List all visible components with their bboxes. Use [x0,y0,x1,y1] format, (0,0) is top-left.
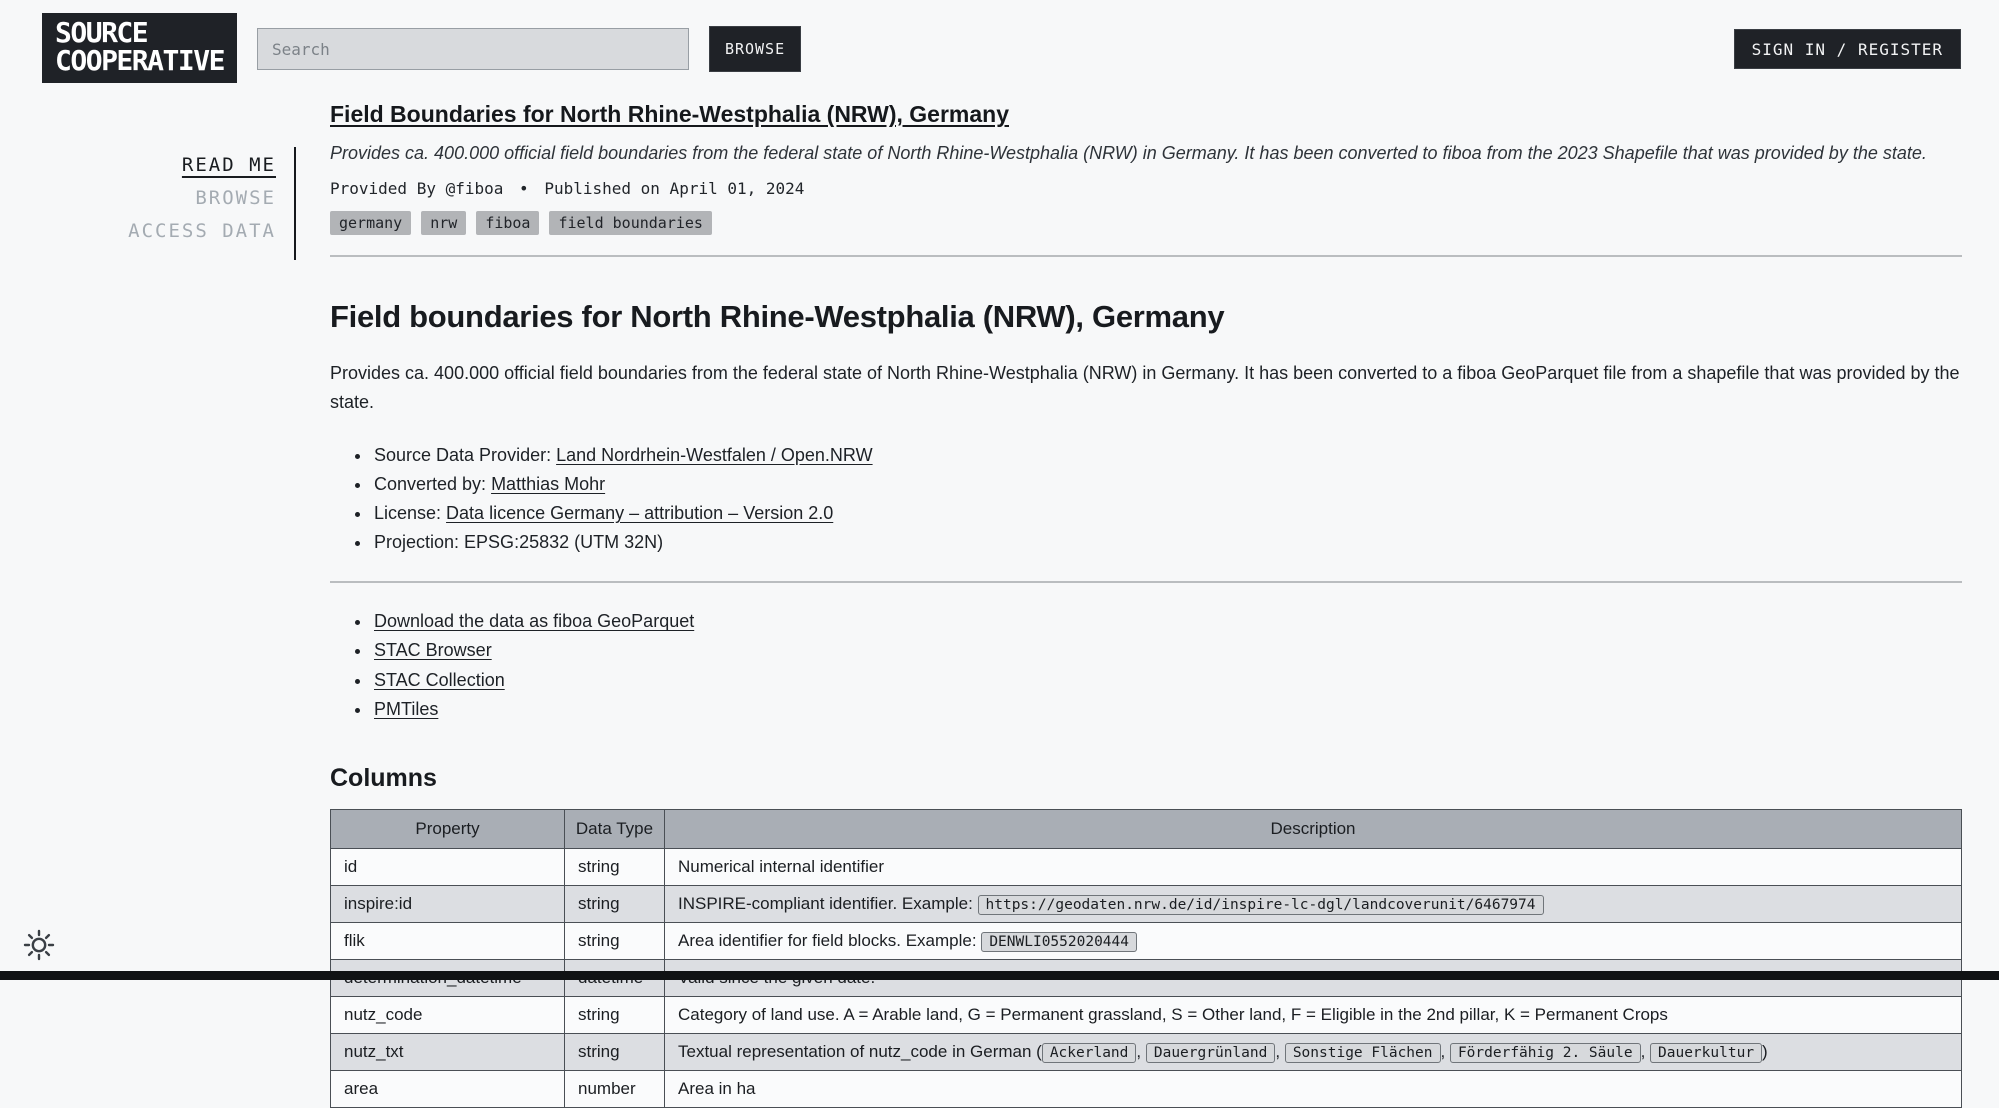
repository-summary: Provides ca. 400.000 official field boun… [330,140,1962,166]
cell-property: flik [331,922,565,959]
link-stac-browser[interactable]: STAC Browser [374,640,492,660]
sidebar-item-access-data[interactable]: ACCESS DATA [0,215,276,248]
divider [330,255,1962,257]
cell-description: Area identifier for field blocks. Exampl… [665,922,1962,959]
column-header-description: Description [665,809,1962,848]
table-row-area: areanumberArea in ha [331,1070,1962,1107]
readme-heading: Field boundaries for North Rhine-Westpha… [330,299,1962,335]
provided-by-label: Provided By [330,179,436,198]
metadata-item: Source Data Provider: Land Nordrhein-Wes… [372,441,1962,470]
logo-line-2: COOPERATIVE [55,47,224,75]
sign-in-register-button[interactable]: SIGN IN / REGISTER [1734,29,1961,69]
table-row-nutz-txt: nutz_txtstringTextual representation of … [331,1033,1962,1070]
cell-property: nutz_code [331,996,565,1033]
metadata-item: Converted by: Matthias Mohr [372,470,1962,499]
metadata-label: License: [374,503,446,523]
download-link-item: STAC Browser [372,636,1962,665]
repository-title-link[interactable]: Field Boundaries for North Rhine-Westpha… [330,101,1009,128]
code-example: DENWLI0552020444 [981,932,1137,952]
footer-bar [0,971,1999,980]
cell-description: Numerical internal identifier [665,848,1962,885]
cell-property: nutz_txt [331,1033,565,1070]
code-example: Förderfähig 2. Säule [1450,1043,1641,1063]
table-row-flik: flikstringArea identifier for field bloc… [331,922,1962,959]
cell-property: id [331,848,565,885]
download-links-list: Download the data as fiboa GeoParquet STA… [330,607,1962,724]
link-pmtiles[interactable]: PMTiles [374,699,438,719]
provided-by-line: Provided By @fiboa • Published on April … [330,179,1962,198]
browse-button[interactable]: BROWSE [709,26,801,72]
table-row-inspire-id: inspire:idstringINSPIRE-compliant identi… [331,885,1962,922]
download-link-item: Download the data as fiboa GeoParquet [372,607,1962,636]
sun-icon [20,926,58,964]
table-row-nutz-code: nutz_codestringCategory of land use. A =… [331,996,1962,1033]
download-link-item: STAC Collection [372,666,1962,695]
columns-heading: Columns [330,764,1962,793]
cell-property: area [331,1070,565,1107]
tag-fiboa[interactable]: fiboa [476,211,539,235]
cell-data-type: string [565,848,665,885]
code-example: Ackerland [1042,1043,1137,1063]
column-header-property: Property [331,809,565,848]
cell-description: Textual representation of nutz_code in G… [665,1033,1962,1070]
main-content: Field Boundaries for North Rhine-Westpha… [296,101,1999,1108]
metadata-item: License: Data licence Germany – attribut… [372,499,1962,528]
published-date: Published on April 01, 2024 [544,179,804,198]
cell-description: INSPIRE-compliant identifier. Example: h… [665,885,1962,922]
code-example: Dauergrünland [1146,1043,1276,1063]
cell-data-type: string [565,1033,665,1070]
metadata-label: Converted by: [374,474,491,494]
cell-data-type: string [565,885,665,922]
tag-nrw[interactable]: nrw [421,211,466,235]
code-example: https://geodaten.nrw.de/id/inspire-lc-dg… [978,895,1544,915]
column-header-data-type: Data Type [565,809,665,848]
metadata-list: Source Data Provider: Land Nordrhein-Wes… [330,441,1962,558]
link-stac-collection[interactable]: STAC Collection [374,670,505,690]
cell-data-type: string [565,996,665,1033]
cell-property: inspire:id [331,885,565,922]
top-bar: SOURCE COOPERATIVE BROWSE SIGN IN / REGI… [0,0,1999,83]
code-example: Sonstige Flächen [1285,1043,1441,1063]
columns-table-head: PropertyData TypeDescription [331,809,1962,848]
page-layout: READ MEBROWSEACCESS DATA Field Boundarie… [0,101,1999,1108]
bullet-separator: • [519,179,529,198]
columns-table: PropertyData TypeDescription idstringNum… [330,809,1962,1108]
cell-data-type: number [565,1070,665,1107]
cell-description: Area in ha [665,1070,1962,1107]
source-cooperative-logo[interactable]: SOURCE COOPERATIVE [42,13,237,83]
metadata-link[interactable]: Land Nordrhein-Westfalen / Open.NRW [556,445,873,465]
table-row-id: idstringNumerical internal identifier [331,848,1962,885]
cell-data-type: string [565,922,665,959]
readme-intro: Provides ca. 400.000 official field boun… [330,359,1962,417]
metadata-label: Projection: EPSG:25832 (UTM 32N) [374,532,663,552]
metadata-item: Projection: EPSG:25832 (UTM 32N) [372,528,1962,557]
tag-row: germany nrw fiboa field boundaries [330,211,1962,235]
link-download-the-data-as-fiboa-geoparquet[interactable]: Download the data as fiboa GeoParquet [374,611,694,631]
table-header-row: PropertyData TypeDescription [331,809,1962,848]
download-link-item: PMTiles [372,695,1962,724]
tag-germany[interactable]: germany [330,211,411,235]
sidebar-item-read-me[interactable]: READ ME [0,149,276,182]
logo-line-1: SOURCE [55,19,224,47]
sidebar-item-browse[interactable]: BROWSE [0,182,276,215]
tag-field-boundaries[interactable]: field boundaries [549,211,712,235]
metadata-label: Source Data Provider: [374,445,556,465]
code-example: Dauerkultur [1650,1043,1762,1063]
sidebar-nav: READ MEBROWSEACCESS DATA [0,147,296,260]
theme-toggle-button[interactable] [20,926,58,964]
provider-link[interactable]: @fiboa [446,179,504,198]
divider [330,581,1962,583]
cell-description: Category of land use. A = Arable land, G… [665,996,1962,1033]
metadata-link[interactable]: Matthias Mohr [491,474,605,494]
metadata-link[interactable]: Data licence Germany – attribution – Ver… [446,503,833,523]
search-input[interactable] [257,28,689,70]
